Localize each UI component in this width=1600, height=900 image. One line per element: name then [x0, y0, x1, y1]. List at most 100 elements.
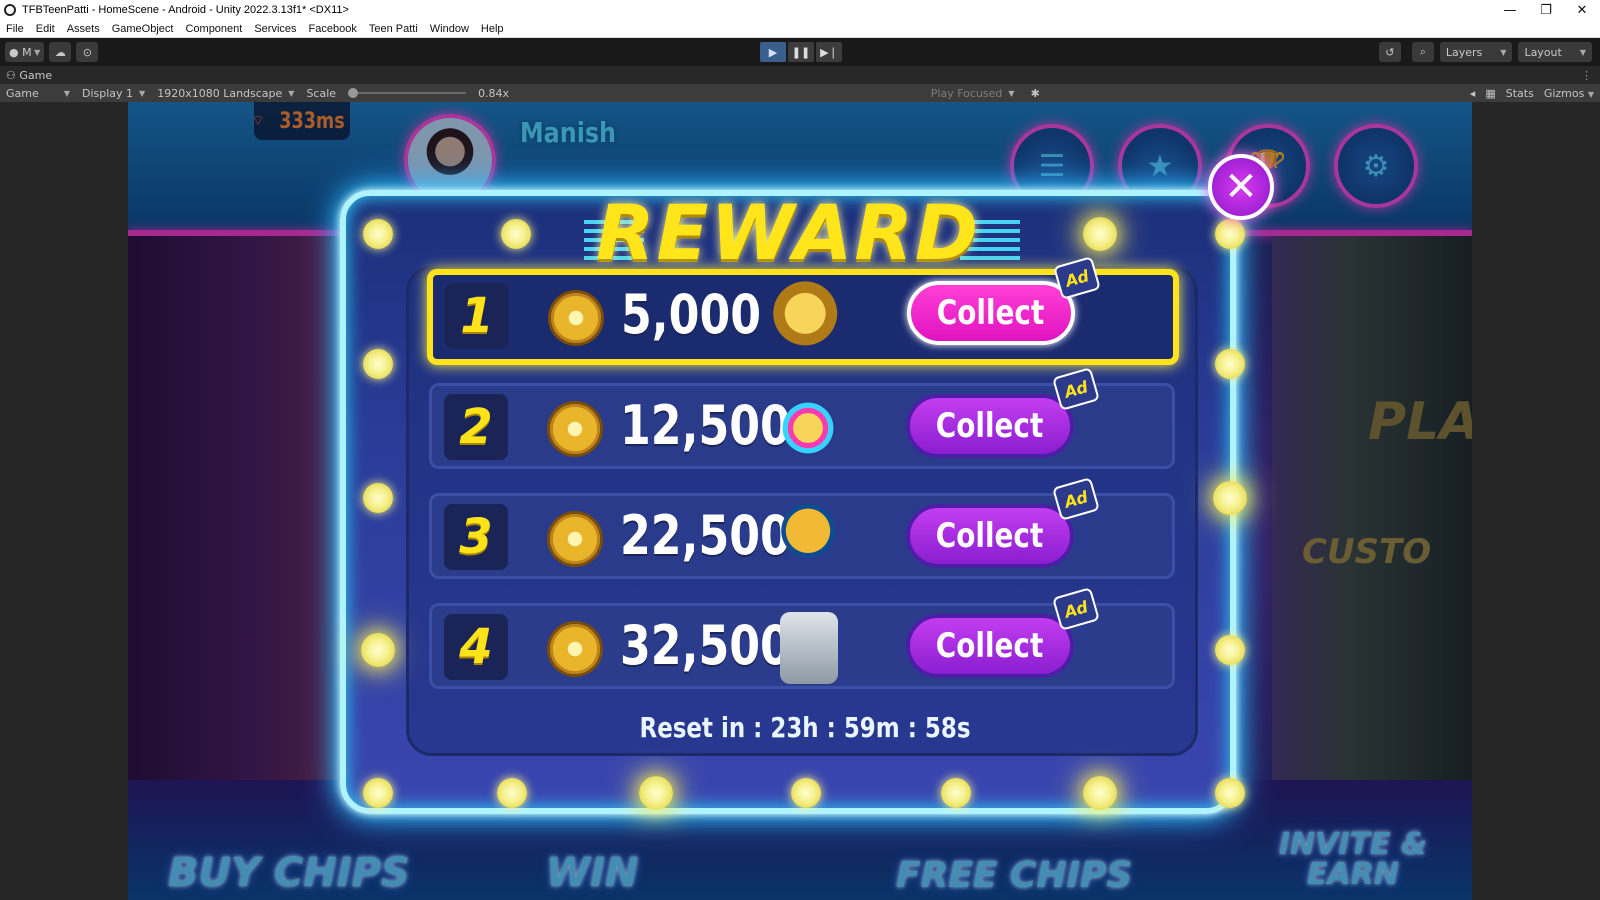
light-bulb [363, 483, 393, 513]
light-bulb [363, 778, 393, 808]
display-dropdown[interactable]: Display 1 ▼ [76, 87, 151, 100]
reward-row-2: 2 12,500 Collect Ad [429, 367, 1175, 469]
collect-button-3[interactable]: Collect [906, 504, 1074, 568]
coin-bag-icon [770, 502, 846, 574]
history-icon: ↺ [1385, 45, 1395, 59]
unity-toolbar: ● M ▼ ☁ ⊙ ▶ ❚❚ ▶❘ ↺ ⌕ Layers ▼ Layout ▼ [0, 38, 1600, 66]
window-title: TFBTeenPatti - HomeScene - Android - Uni… [22, 4, 349, 16]
coin-icon [551, 293, 601, 343]
grid-icon[interactable]: ▦ [1485, 87, 1495, 100]
ad-badge-icon: Ad [1052, 367, 1100, 411]
game-view-toolbar: Game ▼ Display 1 ▼ 1920x1080 Landscape ▼… [0, 84, 1600, 102]
stats-button[interactable]: Stats [1506, 87, 1534, 100]
menu-teen-patti[interactable]: Teen Patti [363, 20, 424, 38]
unity-logo-icon [4, 4, 16, 16]
menu-edit[interactable]: Edit [30, 20, 61, 38]
chevron-down-icon: ▼ [288, 88, 295, 98]
search-button[interactable]: ⌕ [1411, 42, 1434, 62]
menu-services[interactable]: Services [248, 20, 302, 38]
minimize-button[interactable]: — [1492, 0, 1528, 20]
layout-dropdown[interactable]: Layout ▼ [1518, 42, 1592, 62]
restore-button[interactable]: ❐ [1528, 0, 1564, 20]
light-bulb [361, 633, 395, 667]
ad-badge-icon: Ad [1052, 587, 1100, 631]
play-mode-dropdown[interactable]: Play Focused ▼ [925, 87, 1021, 100]
audio-icon[interactable]: ◂ [1470, 87, 1476, 100]
step-button[interactable]: ▶❘ [816, 42, 842, 62]
light-bulb [1083, 217, 1117, 251]
layers-dropdown[interactable]: Layers ▼ [1439, 42, 1513, 62]
collect-label: Collect [936, 516, 1044, 556]
light-bulb [941, 778, 971, 808]
game-screen: PLA CUSTO ⌔ 333ms Manish ☰ ★ 🏆 ⚙ BUY CHI… [128, 102, 1472, 900]
history-button[interactable]: ↺ [1378, 42, 1401, 62]
game-view-right: Play Focused ▼ ✱ ◂ ▦ Stats Gizmos ▼ [925, 87, 1594, 100]
reward-popup: REWARD 1 5,000 Collect Ad 2 12,500 Colle… [340, 188, 1247, 814]
scale-slider[interactable] [348, 88, 467, 98]
chevron-down-icon: ▼ [1579, 47, 1586, 57]
reward-amount: 5,000 [621, 283, 762, 346]
menu-gameobject[interactable]: GameObject [106, 20, 180, 38]
scale-value: 0.84x [478, 86, 510, 100]
reward-amount: 32,500 [620, 614, 791, 677]
cloud-button[interactable]: ☁ [49, 42, 72, 62]
light-bulb [1215, 219, 1245, 249]
rank-number: 4 [444, 614, 508, 680]
play-icon: ▶ [768, 45, 778, 59]
view-mode-dropdown[interactable]: Game ▼ [0, 87, 76, 100]
chevron-down-icon: ▼ [1008, 88, 1015, 98]
menu-component[interactable]: Component [179, 20, 248, 38]
chevron-down-icon: ▼ [139, 88, 146, 98]
scale-label: Scale [306, 86, 337, 100]
close-window-button[interactable]: ✕ [1564, 0, 1600, 20]
scale-slider-handle[interactable] [348, 88, 359, 98]
menu-assets[interactable]: Assets [61, 20, 106, 38]
collab-button[interactable]: ⊙ [76, 42, 99, 62]
coin-stack-icon [771, 281, 847, 353]
light-bulb [363, 219, 393, 249]
menu-help[interactable]: Help [475, 20, 510, 38]
collect-label: Collect [936, 626, 1044, 666]
safe-icon [780, 612, 838, 684]
game-viewport: PLA CUSTO ⌔ 333ms Manish ☰ ★ 🏆 ⚙ BUY CHI… [0, 102, 1600, 900]
toolbar-right: ↺ ⌕ Layers ▼ Layout ▼ [1374, 42, 1592, 62]
resolution-label: 1920x1080 Landscape [157, 86, 283, 100]
more-options-icon[interactable]: ⋮ [1581, 69, 1592, 82]
ad-badge-icon: Ad [1052, 477, 1100, 521]
menu-file[interactable]: File [0, 20, 30, 38]
search-icon: ⌕ [1419, 45, 1426, 58]
menu-facebook[interactable]: Facebook [303, 20, 363, 38]
light-bulb [1215, 778, 1245, 808]
resolution-dropdown[interactable]: 1920x1080 Landscape ▼ [151, 87, 300, 100]
play-mode-label: Play Focused [930, 86, 1003, 100]
light-bulb [501, 219, 531, 249]
pause-icon: ❚❚ [791, 45, 811, 59]
menu-bar: File Edit Assets GameObject Component Se… [0, 20, 1600, 38]
account-dropdown[interactable]: ● M ▼ [5, 42, 45, 62]
light-bulb [1213, 481, 1247, 515]
coin-icon [550, 404, 600, 454]
bug-icon[interactable]: ✱ [1031, 87, 1040, 100]
reward-row-4: 4 32,500 Collect Ad [429, 587, 1175, 689]
play-button[interactable]: ▶ [760, 42, 786, 62]
collect-button-2[interactable]: Collect [906, 394, 1074, 458]
view-mode-label: Game [6, 86, 39, 100]
close-popup-button[interactable]: ✕ [1208, 154, 1274, 220]
game-tab-row: ⚇ Game ⋮ [0, 66, 1600, 84]
reward-list: 1 5,000 Collect Ad 2 12,500 Collect Ad 3… [406, 256, 1198, 756]
layout-label: Layout [1524, 45, 1562, 59]
gizmos-dropdown[interactable]: Gizmos ▼ [1544, 87, 1594, 100]
play-controls: ▶ ❚❚ ▶❘ [760, 42, 842, 62]
collect-button-4[interactable]: Collect [906, 614, 1074, 678]
reward-row-3: 3 22,500 Collect Ad [429, 477, 1175, 579]
roulette-icon [770, 392, 846, 464]
reward-row-1: 1 5,000 Collect Ad [427, 256, 1179, 365]
pause-button[interactable]: ❚❚ [788, 42, 814, 62]
tab-game[interactable]: Game [19, 69, 52, 82]
account-label: M [22, 45, 32, 59]
display-label: Display 1 [82, 86, 134, 100]
menu-window[interactable]: Window [424, 20, 475, 38]
collect-button-1[interactable]: Collect [907, 281, 1075, 345]
step-icon: ▶❘ [820, 45, 838, 59]
chevron-down-icon: ▼ [1587, 89, 1594, 99]
